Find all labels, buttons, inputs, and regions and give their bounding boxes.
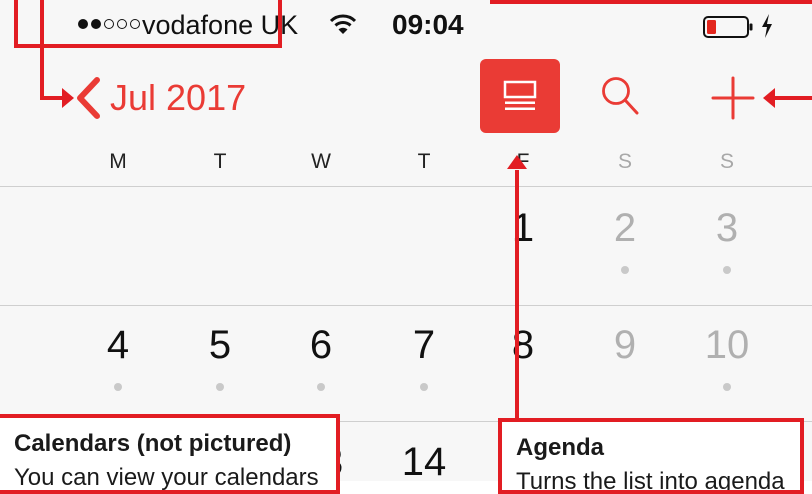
battery-low-icon	[703, 16, 753, 38]
signal-dot	[91, 19, 101, 29]
annotation-line	[14, 0, 18, 48]
signal-dot	[78, 19, 88, 29]
day-cell[interactable]: 6	[281, 323, 361, 367]
annotation-line	[515, 170, 519, 422]
annotation-line	[40, 0, 44, 100]
signal-dot	[130, 19, 140, 29]
carrier-label: vodafone UK	[142, 10, 299, 40]
header-divider	[0, 186, 812, 187]
back-to-month-button[interactable]: Jul 2017	[72, 74, 246, 122]
annotation-line	[490, 0, 812, 4]
day-cell[interactable]: 1	[483, 206, 563, 250]
event-indicator-dot	[114, 383, 122, 391]
signal-dot	[117, 19, 127, 29]
annotation-arrowhead	[507, 155, 527, 169]
weekday-label: T	[417, 150, 431, 173]
event-indicator-dot	[216, 383, 224, 391]
calendar-app-screen: vodafone UK 09:04 Jul 2017 M T W T F S S…	[0, 0, 812, 481]
agenda-callout-body: Turns the list into agenda	[516, 468, 785, 494]
event-indicator-dot	[420, 383, 428, 391]
annotation-line	[278, 0, 282, 48]
status-bar: vodafone UK 09:04	[0, 0, 812, 48]
chevron-left-icon	[77, 77, 100, 119]
annotation-arrowhead	[62, 88, 74, 108]
calendars-callout: Calendars (not pictured) You can view yo…	[0, 414, 340, 494]
weekday-label: W	[311, 150, 331, 173]
event-indicator-dot	[723, 383, 731, 391]
weekday-label: T	[213, 150, 227, 173]
agenda-callout-title: Agenda	[516, 434, 605, 461]
day-cell[interactable]: 3	[687, 206, 767, 250]
wifi-icon	[330, 14, 356, 34]
event-indicator-dot	[317, 383, 325, 391]
annotation-line	[772, 96, 812, 100]
event-indicator-dot	[621, 266, 629, 274]
signal-strength-icon	[78, 19, 140, 29]
day-cell[interactable]: 7	[384, 323, 464, 367]
list-view-icon	[503, 80, 537, 110]
day-cell[interactable]: 5	[180, 323, 260, 367]
day-cell[interactable]: 4	[78, 323, 158, 367]
annotation-arrowhead	[763, 88, 775, 108]
agenda-callout: Agenda Turns the list into agenda	[498, 418, 804, 494]
weekday-label: S	[719, 150, 734, 173]
event-indicator-dot	[723, 266, 731, 274]
week-divider	[0, 305, 812, 306]
add-event-icon[interactable]	[710, 75, 756, 121]
status-clock: 09:04	[392, 9, 464, 40]
day-cell[interactable]: 9	[585, 323, 665, 367]
annotation-line	[14, 44, 282, 48]
day-cell[interactable]: 8	[483, 323, 563, 367]
weekday-label: S	[617, 150, 632, 173]
day-cell[interactable]: 14	[384, 440, 464, 481]
day-cell[interactable]: 2	[585, 206, 665, 250]
signal-dot	[104, 19, 114, 29]
month-year-label: Jul 2017	[110, 77, 247, 118]
calendars-callout-body: You can view your calendars	[14, 464, 319, 491]
list-view-toggle-button[interactable]	[480, 59, 560, 133]
charging-bolt-icon	[762, 14, 772, 38]
weekday-header: MTWTFSS	[0, 150, 812, 186]
search-icon[interactable]	[600, 75, 640, 117]
weekday-label: M	[109, 150, 127, 173]
day-cell[interactable]: 10	[687, 323, 767, 367]
calendars-callout-title: Calendars (not pictured)	[14, 430, 292, 457]
